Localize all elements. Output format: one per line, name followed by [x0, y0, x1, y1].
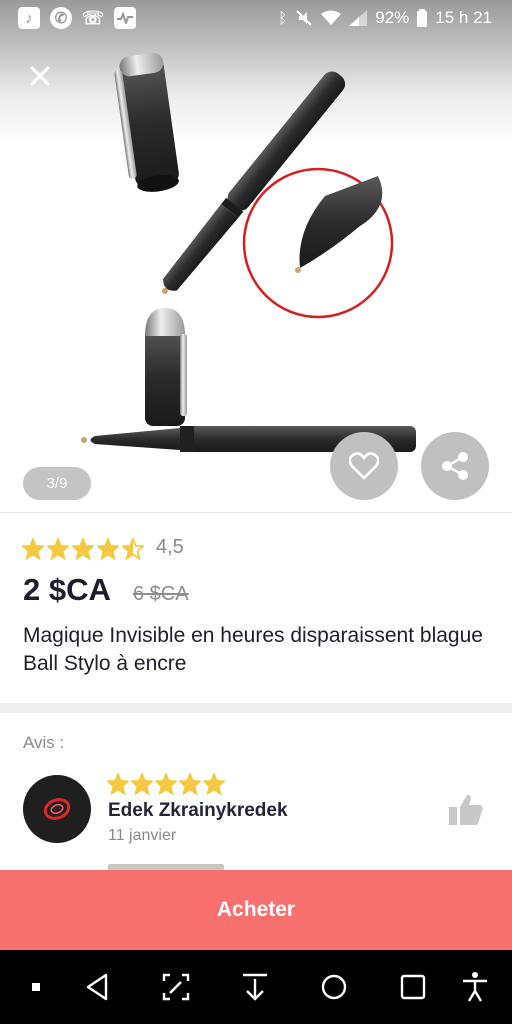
back-icon[interactable] [80, 969, 116, 1005]
thumbs-up-icon[interactable] [447, 793, 485, 827]
buy-button[interactable]: Acheter [0, 870, 512, 950]
close-icon[interactable] [26, 62, 54, 90]
avatar-image [43, 798, 71, 820]
star-icon [179, 773, 201, 795]
product-title: Magique Invisible en heures disparaissen… [23, 624, 483, 675]
divider [0, 512, 512, 513]
screenshot-edit-icon[interactable] [158, 969, 194, 1005]
battery-icon [417, 9, 428, 27]
star-icon [22, 538, 44, 560]
rating-value: 4,5 [156, 536, 184, 558]
share-icon [442, 452, 468, 480]
status-right: ᛒ 92% 15 h 21 [278, 8, 492, 28]
favorite-button[interactable] [330, 432, 398, 500]
star-icon [107, 773, 129, 795]
clock: 15 h 21 [435, 8, 492, 27]
reviewer-name[interactable]: Edek Zkrainykredek [108, 800, 288, 822]
review-stars [107, 773, 225, 795]
status-left-icons: ♪ ✆ ☏ [18, 7, 136, 29]
image-pager: 3/9 [23, 467, 91, 500]
music-note-icon: ♪ [18, 7, 40, 29]
activity-icon [114, 7, 136, 29]
accessibility-icon[interactable] [457, 969, 493, 1005]
whatsapp-icon: ✆ [50, 7, 72, 29]
price: 2 $CA [23, 572, 111, 607]
missed-call-icon: ☏ [81, 7, 105, 28]
signal-icon [349, 10, 368, 26]
share-button[interactable] [421, 432, 489, 500]
section-separator [0, 703, 512, 713]
old-price: 6 $CA [133, 583, 189, 605]
star-icon [72, 538, 94, 560]
bluetooth-icon: ᛒ [278, 9, 288, 27]
reviews-label: Avis : [23, 733, 65, 752]
star-icon [155, 773, 177, 795]
wifi-icon [321, 10, 342, 25]
review-date: 11 janvier [108, 827, 177, 844]
heart-icon [349, 452, 379, 480]
status-bar: ♪ ✆ ☏ ᛒ 92% 15 h 21 [0, 0, 512, 36]
recents-icon[interactable] [395, 969, 431, 1005]
star-icon [203, 773, 225, 795]
home-icon[interactable] [316, 969, 352, 1005]
star-icon [131, 773, 153, 795]
mute-icon [296, 10, 312, 26]
rating-stars [22, 538, 144, 560]
download-icon[interactable] [237, 969, 273, 1005]
avatar[interactable] [23, 775, 91, 843]
star-icon [47, 538, 69, 560]
star-icon [122, 538, 144, 560]
battery-percent: 92% [375, 8, 410, 27]
star-icon [97, 538, 119, 560]
square-small-icon[interactable] [18, 969, 54, 1005]
